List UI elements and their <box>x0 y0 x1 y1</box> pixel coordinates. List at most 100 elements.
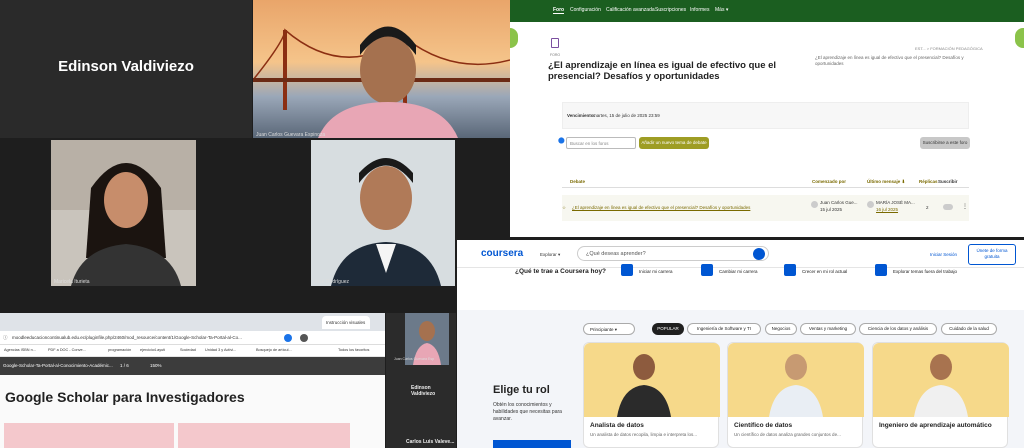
level-select[interactable]: Principiante ▾ <box>583 323 635 335</box>
roles-desc: Obtén los conocimientos y habilidades qu… <box>493 402 562 422</box>
roles-title: Elige tu rol <box>493 384 550 396</box>
join-free-button[interactable]: Únete de forma gratuita <box>968 244 1016 265</box>
zoom-level[interactable]: 150% <box>150 363 162 368</box>
participant-avatar <box>71 163 181 286</box>
explore-menu[interactable]: Explorar ▾ <box>540 252 560 258</box>
bookmark-item[interactable]: Agencias ISBN n... <box>4 348 36 352</box>
breadcrumb[interactable]: EST... > FORMACIÓN PEDAGÓGICA <box>915 46 983 51</box>
nav-tab-forum[interactable]: Foro <box>553 7 565 14</box>
tag-health[interactable]: Cuidado de la salud <box>941 323 997 335</box>
bookmark-item[interactable]: Todos los favoritos <box>338 348 369 352</box>
tag-sales[interactable]: Ventas y marketing <box>800 323 856 335</box>
table-header: Debate Comenzado por Último mensaje ⬇ Ré… <box>562 174 969 188</box>
extension-icon[interactable] <box>284 334 292 342</box>
drawer-toggle-right[interactable] <box>1015 28 1024 48</box>
nav-tab-grading[interactable]: Calificación avanzada <box>606 7 655 13</box>
page-indicator[interactable]: 1 / 6 <box>120 363 129 368</box>
role-card[interactable]: Científico de datos Un científico de dat… <box>727 342 864 448</box>
nav-tab-config[interactable]: Configuración <box>570 7 601 13</box>
participants-side-panel: Juan Carlos Guevara Esp Edinson Valdivie… <box>386 313 456 448</box>
tag-data-science[interactable]: Ciencia de los datos y análisis <box>859 323 937 335</box>
participant-name: Maricela Iturieta <box>54 279 90 285</box>
tag-business[interactable]: Negocios <box>765 323 797 335</box>
profile-icon[interactable] <box>300 334 308 342</box>
search-placeholder: ¿Qué deseas aprender? <box>586 251 646 257</box>
participant-avatar <box>318 26 458 138</box>
role-title: Ingeniero de aprendizaje automático <box>879 422 992 429</box>
nav-tab-reports[interactable]: Informes <box>690 7 709 13</box>
forum-icon <box>551 38 559 48</box>
bookmark-item[interactable]: Bosquejo de artícul... <box>256 348 292 352</box>
title-side: ¿El aprendizaje en línea es igual de efe… <box>815 55 964 66</box>
star-icon[interactable]: ☆ <box>562 205 566 211</box>
goal-start-career[interactable]: Iniciar mi carrera <box>639 269 673 274</box>
add-topic-button[interactable]: Añadir un nuevo tema de debate <box>639 137 709 149</box>
participant-name: Carlos Luis Valeve... <box>406 439 455 445</box>
pdf-title: Google-Scholar-Ta-Portal-al-Conocimiento… <box>3 363 113 368</box>
nav-tab-more[interactable]: Más ▾ <box>715 7 728 13</box>
replies-count: 2 <box>926 205 929 210</box>
column-header-last[interactable]: Último mensaje ⬇ <box>867 179 905 185</box>
due-label: Vencimiento: <box>567 113 596 118</box>
column-header-started[interactable]: Comenzado por <box>812 179 846 184</box>
moodle-forum-window: Foro Configuración Calificación avanzada… <box>510 0 1024 237</box>
pdf-card <box>4 423 174 448</box>
tag-popular[interactable]: POPULAR <box>652 323 684 335</box>
login-link[interactable]: Iniciar Sesión <box>930 252 957 257</box>
video-tile-maricela: Maricela Iturieta <box>51 140 196 286</box>
address-bar[interactable]: ⓘ moodleeducacioncontinualub.edu.ec/plug… <box>0 331 385 345</box>
pdf-card <box>178 423 350 448</box>
more-menu-icon[interactable]: ⋮ <box>962 203 968 210</box>
table-row[interactable]: ☆ ¿El aprendizaje en línea es igual de e… <box>562 195 969 221</box>
bookmark-item[interactable]: PDF a DOC - Conve... <box>48 348 86 352</box>
tab-title: Instrucción visuales <box>326 320 366 325</box>
search-input[interactable]: Buscar en los foros <box>566 137 636 149</box>
last-date[interactable]: 16 jul 2025 <box>876 207 898 212</box>
nav-tab-subscriptions[interactable]: Suscripciones <box>655 7 686 13</box>
url-text[interactable]: moodleeducacioncontinualub.edu.ec/plugin… <box>12 335 267 340</box>
avatar <box>811 201 818 208</box>
goal-grow-role[interactable]: Crecer en mi rol actual <box>802 269 847 274</box>
goal-explore-topics[interactable]: Explorar temas fuera del trabajo <box>893 269 957 274</box>
drawer-toggle-left[interactable] <box>510 28 518 48</box>
bookmark-item[interactable]: Unidad 3 y Activi... <box>205 348 236 352</box>
coursera-logo[interactable]: coursera <box>481 248 523 259</box>
role-card[interactable]: Ingeniero de aprendizaje automático <box>872 342 1009 448</box>
subscribe-toggle[interactable] <box>943 204 953 210</box>
coursera-window: coursera Explorar ▾ ¿Qué deseas aprender… <box>457 240 1024 448</box>
participant-name: Juan Carlos Guevara Esp <box>394 357 435 361</box>
role-card[interactable]: Analista de datos Un analista de datos r… <box>583 342 720 448</box>
column-header-debate[interactable]: Debate <box>570 179 585 184</box>
roles-cta-button[interactable] <box>493 440 571 448</box>
page-title: ¿El aprendizaje en línea es igual de efe… <box>548 60 777 82</box>
bike-icon <box>875 264 887 276</box>
bookmark-item[interactable]: ejercicio4.ayuti <box>140 348 165 352</box>
due-value: martes, 15 de julio de 2025 23:59 <box>593 113 660 118</box>
tag-software[interactable]: Ingeniería de Software y TI <box>687 323 761 335</box>
moodle-content: FORO EST... > FORMACIÓN PEDAGÓGICA ¿El a… <box>510 22 1024 237</box>
search-icon[interactable] <box>753 248 765 260</box>
goals-question: ¿Qué te trae a Coursera hoy? <box>515 268 607 275</box>
started-by[interactable]: Juan Carlos Gue... <box>820 200 858 205</box>
shuffle-icon <box>701 264 713 276</box>
column-header-subscribe[interactable]: Suscribir <box>938 179 958 184</box>
briefcase-icon <box>621 264 633 276</box>
last-by[interactable]: MARÍA JOSÉ MA... <box>876 200 915 205</box>
subscribe-button[interactable]: Suscribirse a este foro <box>920 137 970 149</box>
search-input[interactable]: ¿Qué deseas aprender? <box>577 246 769 261</box>
goal-change-career[interactable]: Cambiar mi carrera <box>719 269 758 274</box>
browser-tab-bar: Instrucción visuales <box>0 313 385 331</box>
location-icon: ⬤ <box>558 138 565 144</box>
browser-tab[interactable]: Instrucción visuales <box>322 316 370 329</box>
growth-icon <box>784 264 796 276</box>
pdf-toolbar: Google-Scholar-Ta-Portal-al-Conocimiento… <box>0 357 385 375</box>
participant-name: José Rodríguez <box>314 279 350 285</box>
bookmarks-bar: Agencias ISBN n... PDF a DOC - Conve... … <box>0 345 385 357</box>
bookmark-item[interactable]: programación <box>108 348 131 352</box>
due-date-box: Vencimiento: martes, 15 de julio de 2025… <box>562 102 969 129</box>
role-person-image <box>617 354 671 417</box>
coursera-header: coursera Explorar ▾ ¿Qué deseas aprender… <box>457 240 1024 268</box>
bookmark-item[interactable]: Sociedad <box>180 348 196 352</box>
column-header-replies[interactable]: Réplicas <box>919 179 938 184</box>
debate-link[interactable]: ¿El aprendizaje en línea es igual de efe… <box>572 205 750 210</box>
